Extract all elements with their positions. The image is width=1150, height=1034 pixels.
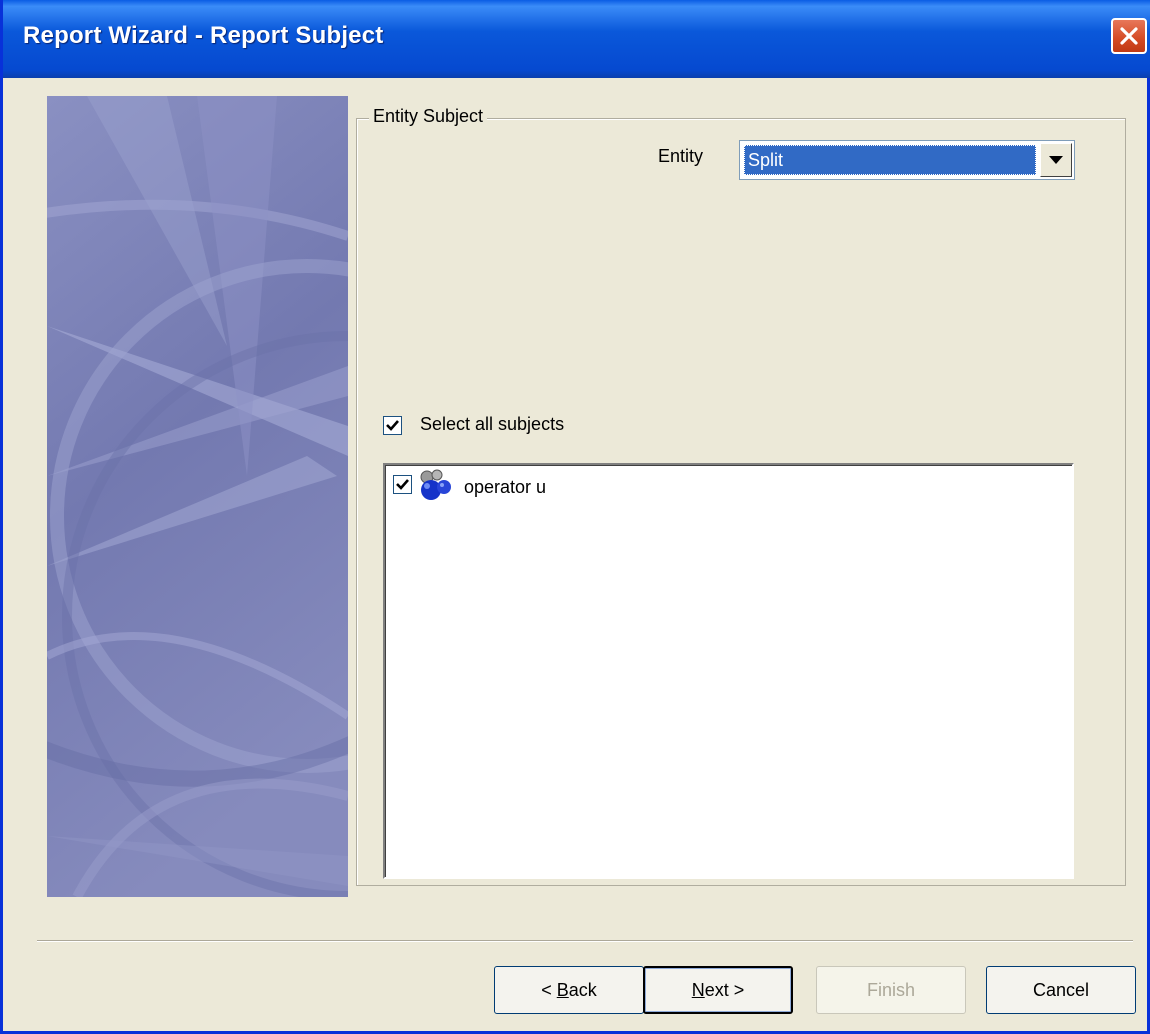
wizard-side-graphic xyxy=(47,96,348,897)
checkmark-icon xyxy=(396,479,409,490)
next-button[interactable]: Next > xyxy=(643,966,793,1014)
chevron-down-icon xyxy=(1049,156,1063,164)
operator-group-icon xyxy=(420,469,451,500)
abstract-graphic-icon xyxy=(47,96,348,897)
back-button[interactable]: < Back xyxy=(494,966,644,1014)
button-divider xyxy=(37,940,1133,942)
select-all-checkbox[interactable] xyxy=(383,416,402,435)
entity-label: Entity xyxy=(658,146,704,166)
entity-dropdown-value: Split xyxy=(744,145,1036,175)
window-title: Report Wizard - Report Subject xyxy=(23,22,384,49)
group-legend: Entity Subject xyxy=(369,106,488,127)
next-mnemonic: N xyxy=(691,979,705,1000)
checkmark-icon xyxy=(386,420,399,431)
back-rest: ack xyxy=(568,979,597,1000)
select-all-label[interactable]: Select all subjects xyxy=(420,414,564,435)
finish-button[interactable]: Finish xyxy=(816,966,966,1014)
cancel-button[interactable]: Cancel xyxy=(986,966,1136,1014)
dropdown-arrow-button[interactable] xyxy=(1040,143,1072,177)
close-icon xyxy=(1120,27,1138,45)
back-mnemonic: B xyxy=(556,979,569,1000)
subject-label[interactable]: operator u xyxy=(464,477,546,498)
close-button[interactable] xyxy=(1111,18,1147,54)
next-rest: ext > xyxy=(704,979,745,1000)
subjects-list[interactable] xyxy=(383,463,1074,879)
back-prefix: < xyxy=(541,979,557,1000)
wizard-window: Report Wizard - Report Subject Entity Su… xyxy=(0,0,1150,1034)
entity-dropdown[interactable]: Split xyxy=(739,140,1075,180)
subject-checkbox[interactable] xyxy=(393,475,412,494)
title-bar[interactable]: Report Wizard - Report Subject xyxy=(3,0,1150,78)
